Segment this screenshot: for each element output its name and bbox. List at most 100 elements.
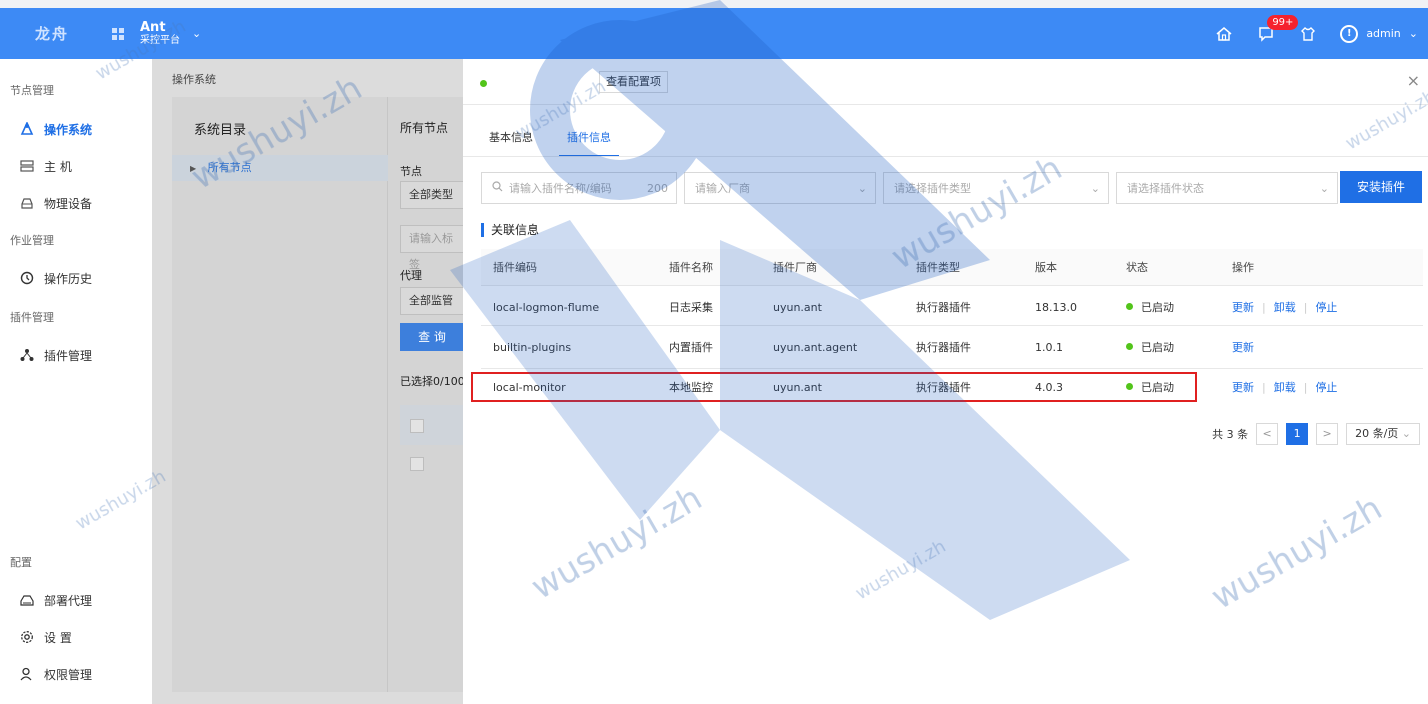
sidebar-item-settings[interactable]: 设 置 [0, 619, 152, 655]
sidebar-item-deploy[interactable]: 部署代理 [0, 582, 152, 618]
page-size-label: 20 条/页 [1355, 427, 1399, 440]
plugin-drawer: 查看配置项 × 基本信息 插件信息 请输入插件名称/编码 200 请输入厂商 ⌄… [463, 59, 1428, 704]
sidebar-item-permission[interactable]: 权限管理 [0, 656, 152, 692]
cell-vendor: uyun.ant.agent [773, 341, 858, 354]
sidebar-item-os[interactable]: 操作系统 [0, 111, 152, 147]
status-text: 已启动 [1141, 341, 1174, 354]
chevron-down-icon: ⌄ [1401, 427, 1411, 440]
query-button[interactable]: 查 询 [400, 323, 464, 351]
skin-icon[interactable] [1298, 24, 1318, 44]
close-icon[interactable]: × [1407, 71, 1420, 90]
stop-link[interactable]: 停止 [1315, 381, 1337, 394]
host-icon [20, 159, 34, 173]
table-row: local-logmon-flume 日志采集 uyun.ant 执行器插件 1… [481, 289, 1423, 326]
vendor-input[interactable]: 请输入厂商 ⌄ [684, 172, 876, 204]
sidebar-item-label: 插件管理 [44, 348, 93, 363]
chevron-down-icon: ⌄ [1319, 181, 1329, 195]
sidebar-item-label: 设 置 [44, 630, 72, 645]
tab-plugin-info[interactable]: 插件信息 [559, 129, 619, 157]
table-header-row: 插件编码 插件名称 插件厂商 插件类型 版本 状态 操作 [481, 249, 1423, 286]
cell-name: 日志采集 [669, 301, 713, 314]
tabs-divider [463, 156, 1428, 157]
select-all-checkbox[interactable] [410, 419, 424, 433]
deploy-icon [20, 593, 34, 607]
nodes-title: 所有节点 [400, 121, 449, 135]
user-menu[interactable]: ! admin ⌄ [1340, 24, 1418, 43]
search-icon [492, 181, 503, 195]
node-filter-panel: 所有节点 节点 全部类型 请输入标签 代理 全部监管 查 询 已选择0/100 [388, 97, 468, 692]
sidebar-item-label: 主 机 [44, 159, 72, 174]
col-code: 插件编码 [493, 261, 537, 274]
col-status: 状态 [1126, 261, 1148, 274]
cell-version: 18.13.0 [1035, 301, 1077, 314]
highlight-box [471, 372, 1197, 402]
chevron-down-icon: ⌄ [1408, 27, 1418, 40]
top-bar: 龙舟 Ant 采控平台 ⌄ 99+ ! admin ⌄ [0, 8, 1428, 59]
node-name-redacted [490, 71, 598, 93]
uninstall-link[interactable]: 卸载 [1274, 301, 1296, 314]
view-config-button[interactable]: 查看配置项 [599, 71, 668, 93]
page-1-button[interactable]: 1 [1286, 423, 1309, 445]
tab-basic-info[interactable]: 基本信息 [489, 129, 533, 157]
sidebar-group-node: 节点管理 [10, 84, 54, 97]
sidebar-item-plugin[interactable]: 插件管理 [0, 337, 152, 373]
update-link[interactable]: 更新 [1232, 341, 1254, 354]
home-icon[interactable] [1214, 24, 1234, 44]
sidebar-item-history[interactable]: 操作历史 [0, 260, 152, 296]
vendor-placeholder: 请输入厂商 [695, 182, 750, 195]
main-content: 操作系统 系统目录 ▶ 所有节点 所有节点 节点 全部类型 请输入标签 代理 全… [152, 59, 468, 704]
plugin-status-select[interactable]: 请选择插件状态 ⌄ [1116, 172, 1338, 204]
col-vendor: 插件厂商 [773, 261, 817, 274]
sidebar-group-config: 配置 [10, 556, 32, 569]
update-link[interactable]: 更新 [1232, 381, 1254, 394]
breadcrumb: 操作系统 [172, 73, 216, 86]
sidebar-item-label: 物理设备 [44, 196, 93, 211]
tree-panel: 系统目录 ▶ 所有节点 [172, 97, 388, 692]
agent-label: 代理 [400, 269, 422, 282]
page-size-select[interactable]: 20 条/页 ⌄ [1346, 423, 1420, 445]
pagination: 共 3 条 < 1 > 20 条/页 ⌄ [1212, 423, 1420, 445]
sidebar-item-host[interactable]: 主 机 [0, 148, 152, 184]
chevron-down-icon[interactable]: ⌄ [192, 27, 201, 40]
cell-type: 执行器插件 [916, 341, 971, 354]
total-count: 共 3 条 [1212, 428, 1249, 441]
plugin-search-input[interactable]: 请输入插件名称/编码 200 [481, 172, 677, 204]
drawer-header: 查看配置项 × [463, 59, 1428, 105]
sidebar-item-label: 操作历史 [44, 271, 93, 286]
cell-actions: 更新 | 卸载 | 停止 [1232, 301, 1338, 314]
platform-switcher[interactable]: Ant 采控平台 [140, 21, 180, 47]
stop-link[interactable]: 停止 [1315, 301, 1337, 314]
sidebar: 节点管理 操作系统 主 机 物理设备 作业管理 操作历史 插件管理 插件管理 配… [0, 59, 152, 704]
cell-version: 1.0.1 [1035, 341, 1063, 354]
chevron-down-icon: ⌄ [857, 181, 867, 195]
tag-search-input[interactable]: 请输入标签 [400, 225, 464, 271]
sidebar-item-device[interactable]: 物理设备 [0, 185, 152, 221]
sidebar-item-label: 操作系统 [44, 122, 93, 137]
message-icon[interactable]: 99+ [1256, 14, 1299, 44]
update-link[interactable]: 更新 [1232, 301, 1254, 314]
device-icon [20, 196, 34, 210]
cell-code: builtin-plugins [493, 341, 572, 354]
apps-grid-icon[interactable] [112, 27, 124, 40]
brand-name: Ant [140, 19, 166, 35]
row-checkbox[interactable] [410, 457, 424, 471]
history-icon [20, 271, 34, 285]
char-count: 200 [647, 181, 668, 195]
chevron-down-icon: ⌄ [1090, 181, 1100, 195]
agent-select[interactable]: 全部监管 [400, 287, 464, 315]
brand-subtitle: 采控平台 [140, 34, 180, 46]
cell-type: 执行器插件 [916, 301, 971, 314]
prev-page-button[interactable]: < [1256, 423, 1279, 445]
cell-name: 内置插件 [669, 341, 713, 354]
sidebar-group-plugin: 插件管理 [10, 311, 54, 324]
app-logo[interactable]: 龙舟 [0, 8, 104, 59]
node-type-select[interactable]: 全部类型 [400, 181, 464, 209]
plugin-type-select[interactable]: 请选择插件类型 ⌄ [883, 172, 1109, 204]
tree-node-all[interactable]: ▶ 所有节点 [172, 155, 388, 181]
type-placeholder: 请选择插件类型 [894, 182, 971, 195]
install-plugin-button[interactable]: 安装插件 [1340, 171, 1422, 203]
next-page-button[interactable]: > [1316, 423, 1339, 445]
uninstall-link[interactable]: 卸载 [1274, 381, 1296, 394]
cell-code: local-logmon-flume [493, 301, 600, 314]
username: admin [1366, 27, 1401, 40]
